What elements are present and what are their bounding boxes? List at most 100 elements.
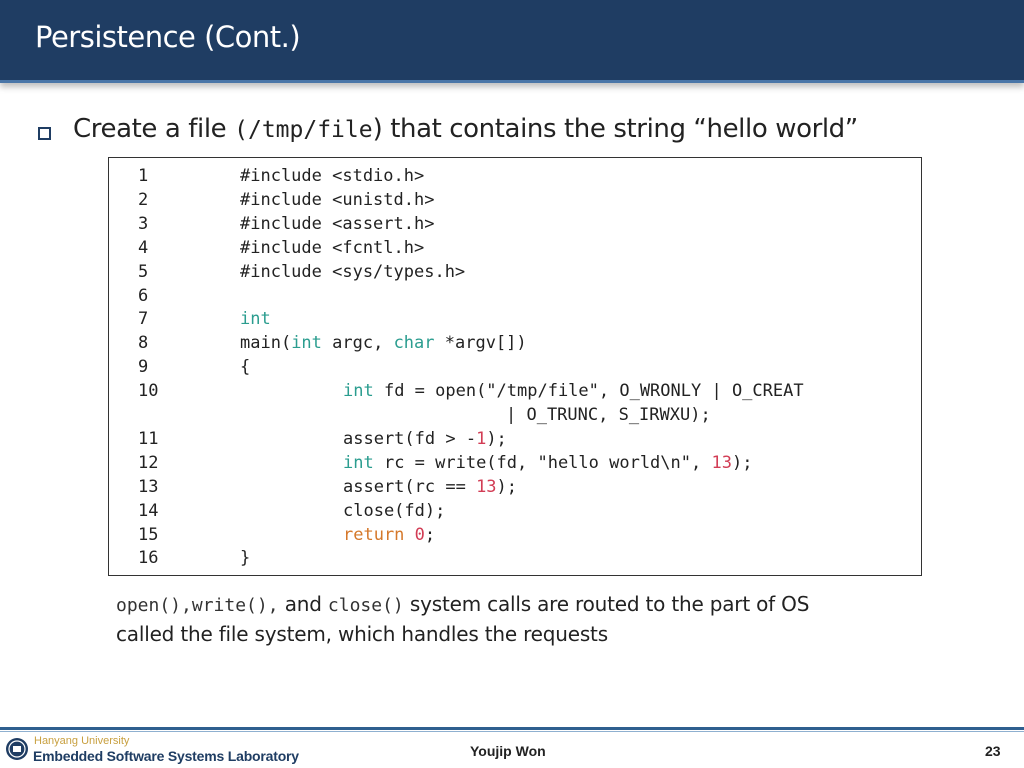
line-number: 16	[138, 548, 159, 569]
code-token: #include <unistd.h>	[240, 189, 435, 210]
code-text: close(fd);	[343, 499, 445, 523]
line-number: 3	[138, 213, 149, 234]
code-text: #include <stdio.h>	[240, 164, 424, 188]
code-line: 15 return 0;	[109, 523, 921, 547]
line-number: 11	[138, 428, 159, 449]
line-number: 15	[138, 524, 159, 545]
heading-text-1: Create a file	[73, 114, 235, 144]
code-line: 8 main(int argc, char *argv[])	[109, 331, 921, 355]
code-line: 9{	[109, 355, 921, 379]
code-line: 5 #include <sys/types.h>	[109, 260, 921, 284]
code-number: 1	[476, 428, 487, 449]
line-number: 7	[138, 309, 149, 330]
code-text: #include <unistd.h>	[240, 188, 434, 212]
line-number: 12	[138, 452, 159, 473]
caption-text-2: called the file system, which handles th…	[116, 622, 608, 646]
code-line: 6	[109, 284, 921, 308]
line-number: 13	[138, 476, 159, 497]
code-text: assert(fd > -1);	[343, 427, 507, 451]
code-token: rc = write(fd, "hello world\n",	[373, 452, 712, 473]
code-token: close(fd);	[343, 500, 446, 521]
line-number: 8	[138, 333, 149, 354]
code-token: );	[496, 476, 518, 497]
line-number: 1	[138, 166, 149, 186]
code-line: 7 int	[109, 307, 921, 331]
code-line: 1 #include <stdio.h>	[109, 164, 921, 188]
code-line: 11 assert(fd > -1);	[109, 427, 921, 451]
line-number: 9	[138, 357, 149, 378]
code-keyword: int	[343, 381, 374, 402]
code-listing: 1 #include <stdio.h> 2 #include <unistd.h> 3…	[108, 157, 922, 576]
code-text: int rc = write(fd, "hello world\n", 13);	[343, 451, 752, 475]
footer-divider-thin	[0, 731, 1024, 732]
code-number: 13	[711, 452, 732, 473]
code-text: return 0;	[343, 523, 435, 547]
caption-text-1: system calls are routed to the part of O…	[403, 592, 810, 616]
code-line: 14 close(fd);	[109, 499, 921, 523]
code-token: #include <fcntl.h>	[240, 237, 425, 258]
code-line: | O_TRUNC, S_IRWXU);	[109, 403, 921, 427]
caption-code-close: close()	[327, 595, 404, 616]
footer-lab-name: Embedded Software Systems Laboratory	[33, 748, 299, 764]
code-keyword: int	[240, 309, 271, 330]
line-number: 4	[138, 237, 149, 258]
footer-author: Youjip Won	[470, 743, 546, 759]
code-keyword: char	[393, 333, 435, 354]
footer-divider	[0, 727, 1024, 730]
code-token: | O_TRUNC, S_IRWXU);	[506, 405, 711, 425]
code-token: }	[240, 548, 251, 569]
code-line: 3 #include <assert.h>	[109, 212, 921, 236]
footer-university: Hanyang University	[34, 735, 130, 747]
code-line: 4 #include <fcntl.h>	[109, 236, 921, 260]
code-text: main(int argc, char *argv[])	[240, 331, 527, 355]
code-token: );	[486, 428, 507, 449]
code-line: 10 int fd = open("/tmp/file", O_WRONLY | …	[109, 379, 921, 403]
code-token: );	[731, 452, 753, 473]
heading-text-2: ) that contains the string “hello world”	[372, 114, 859, 144]
code-line: 2 #include <unistd.h>	[109, 188, 921, 212]
code-line: 16}	[109, 546, 921, 570]
university-emblem-icon	[6, 738, 28, 760]
caption: open(),write(), and close() system calls…	[116, 590, 916, 648]
code-token: #include <stdio.h>	[240, 166, 425, 186]
caption-code-write: write(),	[191, 595, 279, 616]
page-number: 23	[985, 743, 1001, 759]
code-text: int fd = open("/tmp/file", O_WRONLY | O_…	[343, 379, 804, 403]
code-keyword: int	[291, 333, 322, 354]
code-number: 0	[414, 524, 425, 545]
code-text: assert(rc == 13);	[343, 475, 517, 499]
code-line: 12 int rc = write(fd, "hello world\n", 13…	[109, 451, 921, 475]
code-token: fd = open("/tmp/file", O_WRONLY | O_CREA…	[373, 381, 804, 402]
heading-path: (/tmp/file	[234, 117, 373, 143]
code-return-keyword: return	[343, 524, 405, 545]
code-text: #include <assert.h>	[240, 212, 434, 236]
code-token: {	[240, 357, 251, 378]
code-token: #include <assert.h>	[240, 213, 435, 234]
code-token: #include <sys/types.h>	[240, 261, 466, 282]
bullet-square-icon	[38, 127, 51, 140]
code-text: }	[240, 546, 250, 570]
slide-title: Persistence (Cont.)	[35, 20, 301, 54]
code-token: argc,	[321, 333, 394, 354]
line-number: 5	[138, 261, 149, 282]
code-text: #include <fcntl.h>	[240, 236, 424, 260]
code-number: 13	[476, 476, 497, 497]
code-token: main(	[240, 333, 292, 354]
caption-code-open: open(),	[116, 595, 192, 616]
line-number: 14	[138, 500, 159, 521]
code-token: *argv[])	[434, 333, 527, 354]
code-line: 13 assert(rc == 13);	[109, 475, 921, 499]
caption-and: and	[278, 592, 328, 616]
line-number: 2	[138, 189, 149, 210]
code-text: | O_TRUNC, S_IRWXU);	[506, 403, 711, 427]
code-token: assert(rc ==	[343, 476, 477, 497]
code-token: ;	[424, 524, 436, 545]
code-token: assert(fd > -	[343, 428, 477, 449]
title-bar: Persistence (Cont.)	[0, 0, 1024, 83]
line-number: 10	[138, 381, 159, 402]
line-number: 6	[138, 285, 149, 306]
code-text: {	[240, 355, 250, 379]
code-text: #include <sys/types.h>	[240, 260, 465, 284]
code-keyword: int	[343, 452, 374, 473]
